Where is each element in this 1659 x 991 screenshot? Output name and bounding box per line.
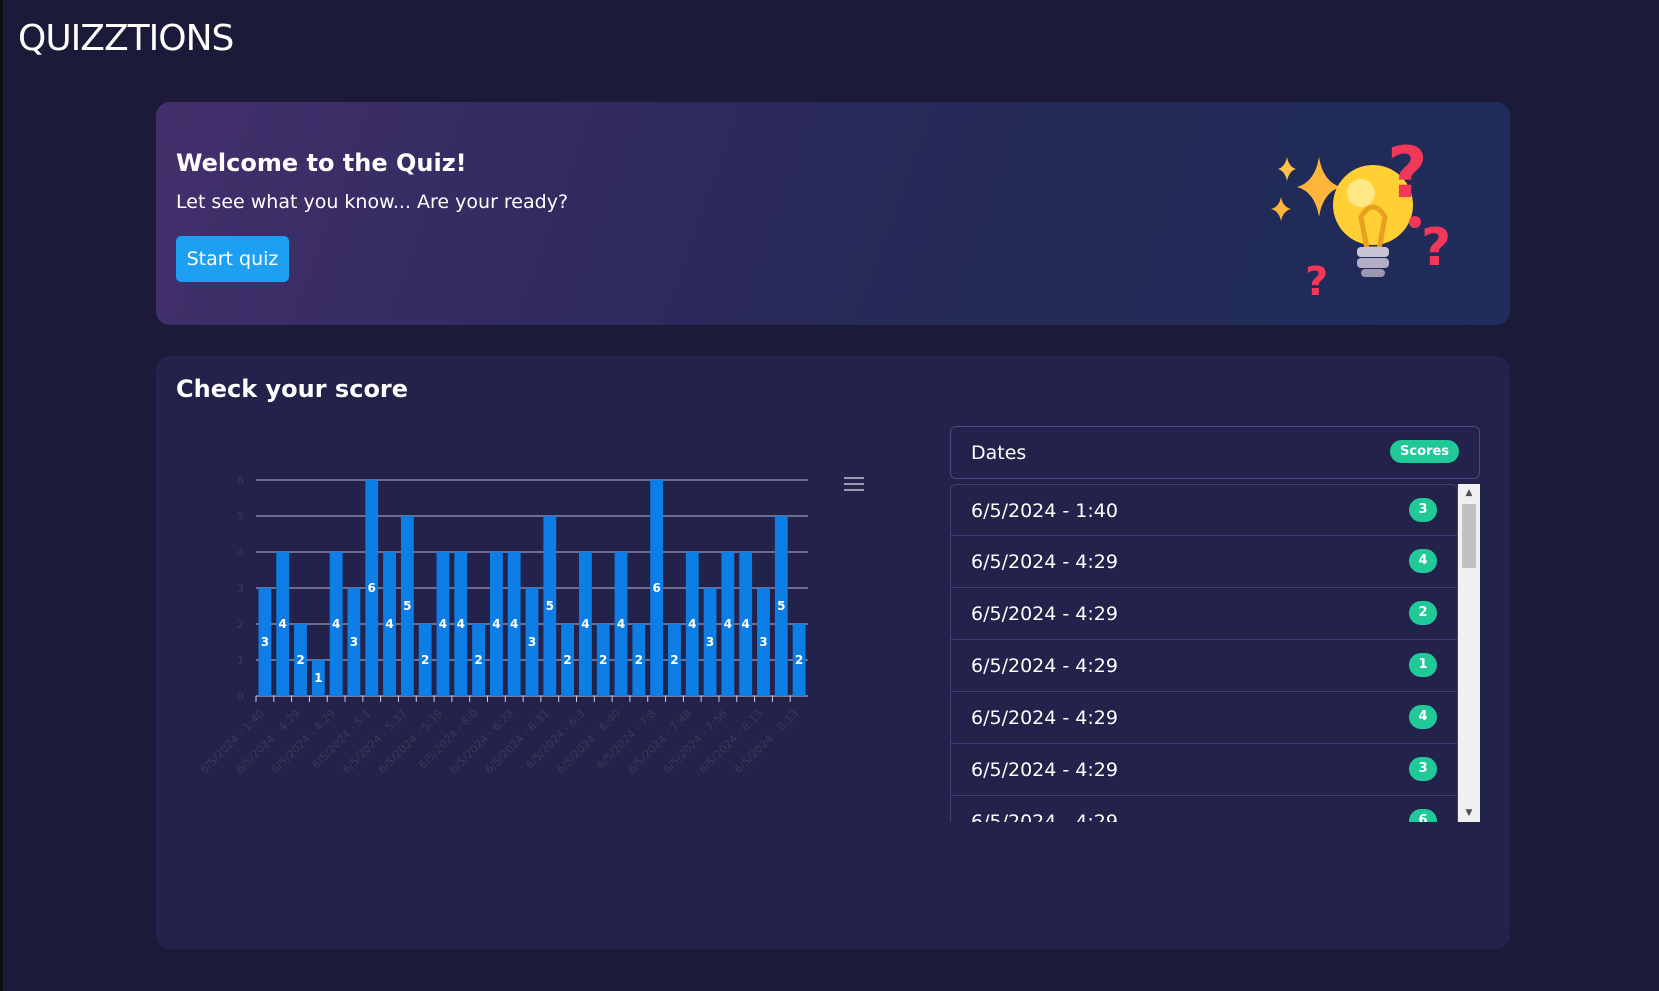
score-badge: 6 [1409, 809, 1437, 822]
scroll-up-arrow-icon[interactable]: ▲ [1458, 484, 1480, 502]
scores-list-items: 6/5/2024 - 1:40 3 6/5/2024 - 4:29 4 6/5/2024… [950, 484, 1458, 822]
bar-data-label: 2 [474, 653, 482, 667]
welcome-banner: Welcome to the Quiz! Let see what you kn… [156, 102, 1510, 325]
bar-data-label: 4 [510, 617, 518, 631]
bar-data-label: 2 [421, 653, 429, 667]
bar-data-label: 2 [795, 653, 803, 667]
y-tick-label: 1 [237, 654, 244, 667]
bar-data-label: 4 [492, 617, 500, 631]
bar-data-label: 4 [457, 617, 465, 631]
bar-data-label: 5 [403, 599, 411, 613]
x-tick-label: 6/5/2024 - 4:29 [269, 707, 338, 776]
score-bar-chart: 012345634214364524 424 4352424262434 43526/… [198, 474, 808, 776]
score-list-item[interactable]: 6/5/2024 - 4:29 2 [950, 588, 1458, 640]
score-list-item[interactable]: 6/5/2024 - 4:29 3 [950, 744, 1458, 796]
x-tick-label: 6/5/2024 - 5:37 [340, 707, 409, 776]
score-list-item[interactable]: 6/5/2024 - 4:29 4 [950, 692, 1458, 744]
bar-data-label: 4 [581, 617, 589, 631]
y-tick-label: 2 [237, 618, 244, 631]
question-mark-icon: ? [1421, 218, 1451, 278]
bar-data-label: 3 [706, 635, 714, 649]
bar-data-label: 3 [350, 635, 358, 649]
question-mark-icon: ? [1387, 132, 1428, 214]
bar-data-label: 4 [279, 617, 287, 631]
bar-data-label: 2 [563, 653, 571, 667]
score-list-item[interactable]: 6/5/2024 - 4:29 4 [950, 536, 1458, 588]
x-tick-label: 6/5/2024 - 5:39 [376, 707, 445, 776]
bar-data-label: 4 [617, 617, 625, 631]
scores-list-header: Dates Scores [950, 426, 1480, 479]
score-badge: 4 [1409, 549, 1437, 573]
bar-data-label: 3 [528, 635, 536, 649]
bar-data-label: 6 [652, 581, 660, 595]
lightbulb-question-illustration: ? ? ? [1271, 132, 1451, 302]
bar-data-label: 5 [546, 599, 554, 613]
x-tick-label: 6/5/2024 - 6:23 [447, 707, 516, 776]
scroll-thumb[interactable] [1462, 504, 1476, 568]
x-tick-label: 6/5/2024 - 1:40 [198, 707, 267, 776]
bar-data-label: 2 [599, 653, 607, 667]
scores-list[interactable]: 6/5/2024 - 1:40 3 6/5/2024 - 4:29 4 6/5/2024… [950, 484, 1480, 822]
bar-data-label: 5 [777, 599, 785, 613]
bar-data-label: 4 [741, 617, 749, 631]
score-badge: 3 [1409, 498, 1437, 522]
x-tick-label: 6/5/2024 - 4:29 [233, 707, 302, 776]
score-list-item[interactable]: 6/5/2024 - 4:29 1 [950, 640, 1458, 692]
bar-data-label: 3 [261, 635, 269, 649]
welcome-subtitle: Let see what you know... Are your ready? [176, 191, 569, 213]
y-tick-label: 5 [237, 510, 244, 523]
welcome-title: Welcome to the Quiz! [176, 149, 467, 177]
score-badge: 2 [1409, 601, 1437, 625]
score-date: 6/5/2024 - 4:29 [971, 603, 1118, 625]
bar-data-label: 4 [439, 617, 447, 631]
sparkle-icon [1271, 197, 1291, 221]
bar-data-label: 4 [688, 617, 696, 631]
score-date: 6/5/2024 - 4:29 [971, 655, 1118, 677]
x-tick-label: 6/5/2024 - 7:48 [625, 707, 694, 776]
y-tick-label: 6 [237, 474, 244, 487]
score-date: 6/5/2024 - 1:40 [971, 500, 1118, 522]
score-date: 6/5/2024 - 4:29 [971, 811, 1118, 822]
score-list-item[interactable]: 6/5/2024 - 1:40 3 [950, 484, 1458, 536]
y-tick-label: 3 [237, 582, 244, 595]
bulb-base-icon [1357, 247, 1389, 257]
scroll-down-arrow-icon[interactable]: ▼ [1458, 804, 1480, 822]
score-list-item[interactable]: 6/5/2024 - 4:29 6 [950, 796, 1458, 822]
score-chart: 0 1 2 3 4 5 6 3 4 2 1 4 3 6 4 5 2 4 4 2 4 4 3 5 2 4 2 4 2 6 2 4 3 4 4 3 5 2 6/… [186, 464, 1036, 824]
bar-data-label: 6 [368, 581, 376, 595]
score-date: 6/5/2024 - 4:29 [971, 551, 1118, 573]
sparkle-icon [1278, 157, 1296, 181]
scores-header-badge: Scores [1390, 440, 1459, 463]
dates-header-label: Dates [971, 442, 1027, 464]
y-tick-label: 4 [237, 546, 244, 559]
x-tick-label: 6/5/2024 - 6:31 [483, 707, 552, 776]
bar-data-label: 3 [759, 635, 767, 649]
window-edge [0, 0, 3, 991]
bar-data-label: 4 [332, 617, 340, 631]
bar-data-label: 2 [296, 653, 304, 667]
score-section-title: Check your score [176, 375, 409, 403]
bar-data-label: 2 [670, 653, 678, 667]
app-logo[interactable]: QUIZZTIONS [18, 18, 234, 59]
start-quiz-button[interactable]: Start quiz [176, 236, 289, 282]
x-tick-label: 6/5/2024 - 8:13 [732, 707, 801, 776]
score-badge: 3 [1409, 757, 1437, 781]
x-tick-label: 6/5/2024 - 8:13 [696, 707, 765, 776]
score-date: 6/5/2024 - 4:29 [971, 707, 1118, 729]
scores-list-scrollbar[interactable]: ▲ ▼ [1458, 484, 1480, 822]
question-mark-icon: ? [1305, 259, 1328, 302]
bar-data-label: 2 [635, 653, 643, 667]
bar-data-label: 4 [724, 617, 732, 631]
score-section: Check your score 01234563421436452442443… [156, 356, 1510, 949]
score-badge: 1 [1409, 653, 1437, 677]
bar-data-label: 4 [385, 617, 393, 631]
x-tick-label: 6/5/2024 - 6:40 [554, 707, 623, 776]
chart-menu-icon[interactable] [844, 476, 864, 492]
score-badge: 4 [1409, 705, 1437, 729]
x-tick-label: 6/5/2024 - 7:56 [661, 707, 730, 776]
score-date: 6/5/2024 - 4:29 [971, 759, 1118, 781]
bar-data-label: 1 [314, 671, 322, 685]
y-tick-label: 0 [237, 690, 244, 703]
